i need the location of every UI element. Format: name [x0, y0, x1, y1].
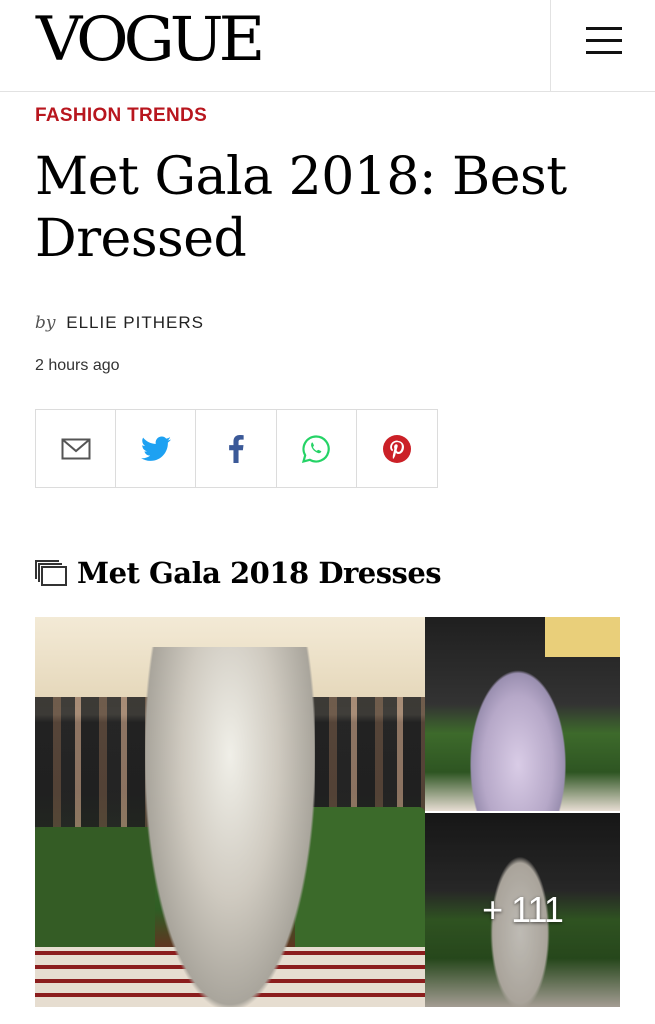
- gallery-icon: [35, 560, 67, 586]
- email-icon: [61, 438, 91, 459]
- byline-prefix: by: [35, 313, 56, 333]
- facebook-icon: [229, 434, 244, 463]
- gallery-photo-secondary[interactable]: [425, 617, 620, 811]
- gallery-heading: Met Gala 2018 Dresses: [35, 553, 442, 593]
- photo-gallery: + 111: [35, 617, 620, 1007]
- header-divider: [550, 0, 551, 92]
- pinterest-icon: [382, 434, 411, 463]
- gallery-photo-main[interactable]: [35, 617, 425, 1007]
- byline: by ELLIE PITHERS: [35, 313, 204, 333]
- article-title: Met Gala 2018: Best Dressed: [35, 147, 567, 269]
- hamburger-menu-icon[interactable]: [586, 27, 622, 57]
- twitter-icon: [140, 436, 171, 461]
- site-header: VOGUE: [0, 0, 655, 92]
- gallery-photo-more[interactable]: + 111: [425, 813, 620, 1007]
- share-whatsapp-button[interactable]: [277, 410, 357, 487]
- more-photos-count: + 111: [482, 889, 564, 930]
- author-name[interactable]: ELLIE PITHERS: [66, 313, 204, 332]
- share-pinterest-button[interactable]: [357, 410, 437, 487]
- share-twitter-button[interactable]: [116, 410, 197, 487]
- share-email-button[interactable]: [36, 410, 117, 487]
- article-category[interactable]: FASHION TRENDS: [35, 105, 207, 127]
- vogue-logo[interactable]: VOGUE: [36, 10, 265, 71]
- share-bar: [35, 409, 438, 488]
- share-facebook-button[interactable]: [196, 410, 277, 487]
- timestamp: 2 hours ago: [35, 357, 120, 374]
- gallery-title[interactable]: Met Gala 2018 Dresses: [77, 556, 442, 590]
- whatsapp-icon: [302, 434, 330, 463]
